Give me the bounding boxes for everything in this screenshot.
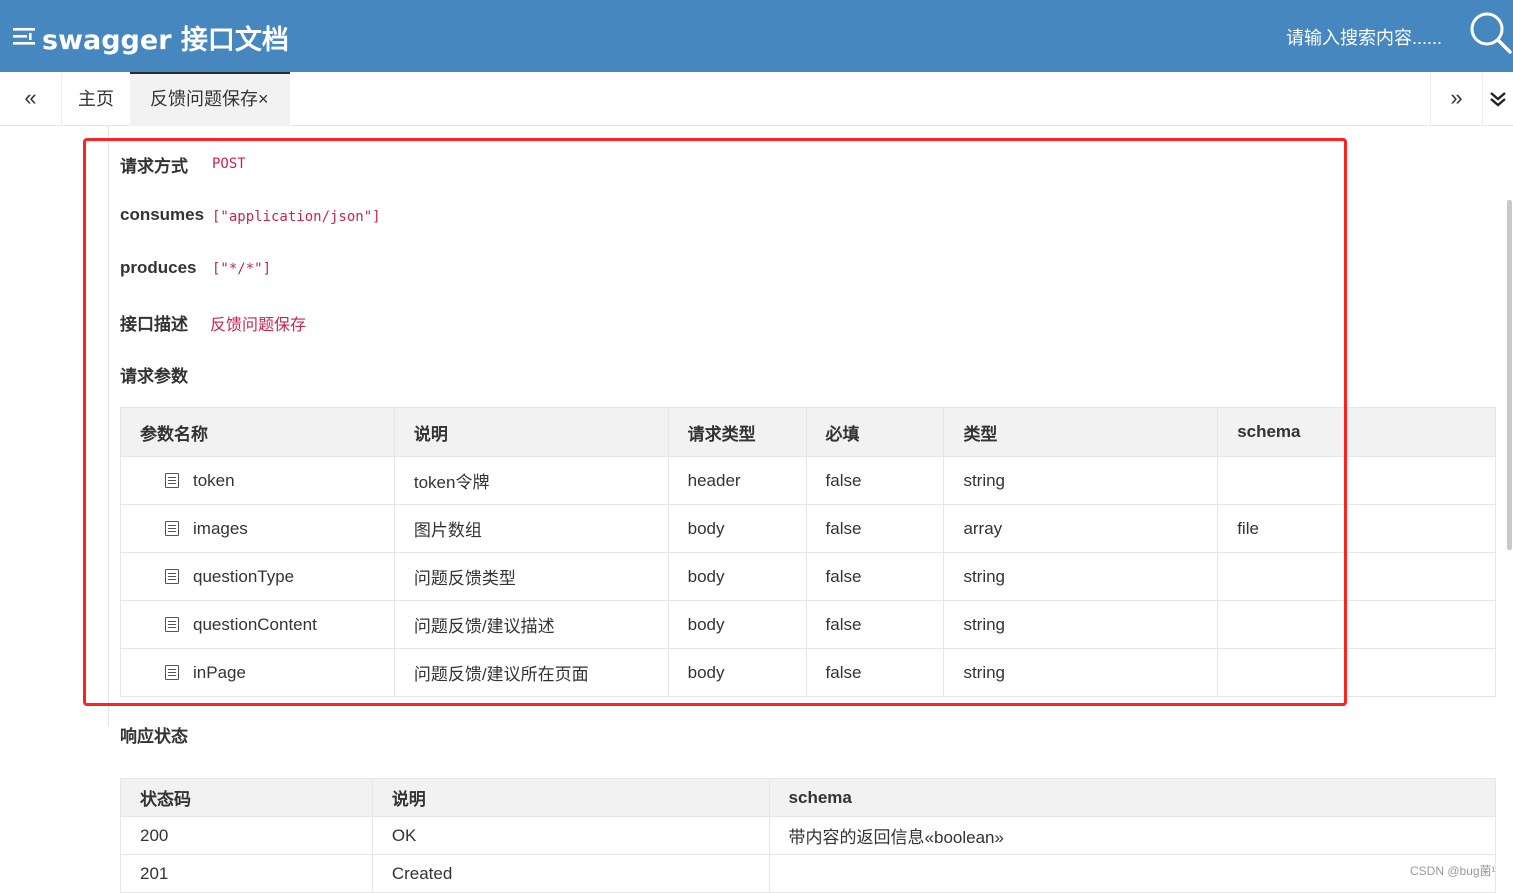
table-row: questionContent 问题反馈/建议描述 body false str… <box>120 600 1496 649</box>
description-value: 反馈问题保存 <box>210 317 307 334</box>
param-name: questionContent <box>193 614 317 634</box>
param-type: string <box>943 456 1219 505</box>
method-label: 请求方式 <box>120 157 188 176</box>
param-type: string <box>943 600 1219 649</box>
param-schema: file <box>1217 504 1496 553</box>
table-header-row: 参数名称 说明 请求类型 必填 类型 schema <box>120 407 1496 457</box>
table-row: 200 OK 带内容的返回信息«boolean» <box>120 816 1497 855</box>
param-schema <box>1217 600 1496 649</box>
content-left-border <box>108 126 109 726</box>
table-row: inPage 问题反馈/建议所在页面 body false string <box>120 648 1496 697</box>
param-type: string <box>943 552 1219 601</box>
search-icon[interactable] <box>1468 10 1512 54</box>
param-in: body <box>667 600 807 649</box>
param-desc: 问题反馈类型 <box>393 552 669 601</box>
table-header-row: 状态码 说明 schema <box>120 778 1497 817</box>
column-header: 说明 <box>393 407 669 457</box>
search-input[interactable]: 请输入搜索内容...... <box>1286 24 1442 50</box>
tab-home[interactable]: 主页 <box>62 72 130 126</box>
param-name: inPage <box>193 662 246 682</box>
consumes-label: consumes <box>120 205 205 224</box>
app-title: swagger 接口文档 <box>42 25 289 56</box>
tab-scroll-left-button[interactable]: « <box>0 72 62 126</box>
column-header: 说明 <box>371 778 770 817</box>
consumes-value: ["application/json"] <box>212 209 381 225</box>
document-icon <box>165 616 179 632</box>
param-desc: 图片数组 <box>393 504 669 553</box>
table-row: images 图片数组 body false array file <box>120 504 1496 553</box>
param-schema <box>1217 552 1496 601</box>
produces-value: ["*/*"] <box>212 261 272 277</box>
produces-label: produces <box>120 258 197 277</box>
column-header: 请求类型 <box>667 407 807 457</box>
document-icon <box>165 520 179 536</box>
description-label: 接口描述 <box>120 315 188 334</box>
param-in: body <box>667 504 807 553</box>
document-icon <box>165 472 179 488</box>
param-desc: 问题反馈/建议所在页面 <box>393 648 669 697</box>
request-params-label: 请求参数 <box>120 367 188 386</box>
tab-close-icon[interactable]: × <box>258 89 269 109</box>
table-row: 201 Created <box>120 854 1497 893</box>
status-code: 201 <box>120 854 373 893</box>
param-name-cell: questionType <box>120 552 395 601</box>
param-name: token <box>193 470 235 490</box>
param-required: false <box>805 504 945 553</box>
column-header: 类型 <box>943 407 1219 457</box>
column-header: schema <box>1217 407 1496 457</box>
param-type: string <box>943 648 1219 697</box>
column-header: 必填 <box>805 407 945 457</box>
param-schema <box>1217 456 1496 505</box>
request-params-table: 参数名称 说明 请求类型 必填 类型 schema token token令牌 … <box>120 407 1496 697</box>
status-desc: OK <box>371 816 770 855</box>
param-in: body <box>667 552 807 601</box>
response-status-label: 响应状态 <box>120 727 188 746</box>
param-name-cell: images <box>120 504 395 553</box>
param-type: array <box>943 504 1219 553</box>
document-icon <box>165 568 179 584</box>
status-desc: Created <box>371 854 770 893</box>
scrollbar[interactable] <box>1507 200 1512 550</box>
param-desc: 问题反馈/建议描述 <box>393 600 669 649</box>
column-header: 参数名称 <box>120 407 395 457</box>
top-header: swagger 接口文档 请输入搜索内容...... <box>0 0 1513 72</box>
param-name: images <box>193 518 248 538</box>
tab-menu-chevron-icon[interactable] <box>1482 72 1513 126</box>
param-required: false <box>805 552 945 601</box>
response-status-table: 状态码 说明 schema 200 OK 带内容的返回信息«boolean» 2… <box>120 778 1497 893</box>
param-schema <box>1217 648 1496 697</box>
param-required: false <box>805 456 945 505</box>
menu-icon[interactable] <box>12 24 36 48</box>
tab-scroll-right-button[interactable]: » <box>1430 72 1482 126</box>
param-name-cell: inPage <box>120 648 395 697</box>
watermark: CSDN @bug菌¹ <box>1410 864 1496 878</box>
param-required: false <box>805 648 945 697</box>
column-header: 状态码 <box>120 778 373 817</box>
table-row: questionType 问题反馈类型 body false string <box>120 552 1496 601</box>
param-name-cell: token <box>120 456 395 505</box>
status-schema <box>768 854 1497 893</box>
tab-feedback-save[interactable]: 反馈问题保存× <box>130 72 290 126</box>
table-row: token token令牌 header false string <box>120 456 1496 505</box>
param-desc: token令牌 <box>393 456 669 505</box>
tab-bar: « 主页 反馈问题保存× » <box>0 72 1513 126</box>
document-icon <box>165 664 179 680</box>
method-value: POST <box>212 156 246 172</box>
status-schema: 带内容的返回信息«boolean» <box>768 816 1497 855</box>
param-name-cell: questionContent <box>120 600 395 649</box>
param-in: header <box>667 456 807 505</box>
column-header: schema <box>768 778 1497 817</box>
param-required: false <box>805 600 945 649</box>
param-in: body <box>667 648 807 697</box>
status-code: 200 <box>120 816 373 855</box>
param-name: questionType <box>193 566 295 586</box>
tab-label: 反馈问题保存 <box>150 89 258 109</box>
